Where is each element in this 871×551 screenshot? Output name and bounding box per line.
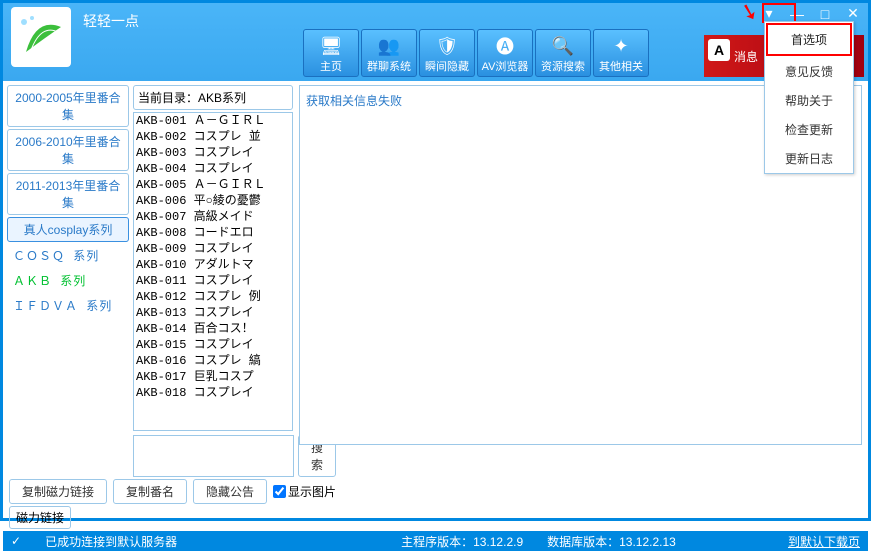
toolbar-hide-button[interactable]: 🛡瞬间隐藏 xyxy=(419,29,475,77)
app-window: 轻轻一点 🖥主页 👥群聊系统 🛡瞬间隐藏 🅐AV浏览器 🔍资源搜索 ✦其他相关 … xyxy=(0,0,871,521)
minimize-button[interactable]: — xyxy=(788,6,806,22)
shield-icon: 🛡 xyxy=(433,34,461,58)
list-item[interactable]: AKB-001 Ａ－ＧＩＲＬ xyxy=(134,113,292,129)
list-item[interactable]: AKB-018 コスプレイ xyxy=(134,385,292,401)
file-column: 当前目录：AKB系列 AKB-001 Ａ－ＧＩＲＬAKB-002 コスプレ 並A… xyxy=(133,81,293,477)
show-image-text: 显示图片 xyxy=(288,483,336,500)
menu-check-update[interactable]: 检查更新 xyxy=(765,115,853,144)
status-connection: 已成功连接到默认服务器 xyxy=(45,533,177,550)
menu-trigger-icon[interactable]: ▾ xyxy=(760,5,778,22)
magnet-row: 磁力链接 xyxy=(3,506,868,531)
toolbar-search-button[interactable]: 🔍资源搜索 xyxy=(535,29,591,77)
close-button[interactable]: ✕ xyxy=(844,5,862,22)
list-item[interactable]: AKB-005 Ａ－ＧＩＲＬ xyxy=(134,177,292,193)
app-title: 轻轻一点 xyxy=(83,11,139,31)
people-icon: 👥 xyxy=(375,34,403,58)
copy-name-button[interactable]: 复制番名 xyxy=(113,479,187,504)
subcategory-akb[interactable]: ＡＫＢ 系列 xyxy=(7,269,129,292)
toolbar-browser-label: AV浏览器 xyxy=(482,58,529,74)
show-image-checkbox-label[interactable]: 显示图片 xyxy=(273,483,336,500)
category-2011-2013[interactable]: 2011-2013年里番合集 xyxy=(7,173,129,215)
menu-help-about[interactable]: 帮助关于 xyxy=(765,86,853,115)
list-item[interactable]: AKB-015 コスプレイ xyxy=(134,337,292,353)
toolbar-other-button[interactable]: ✦其他相关 xyxy=(593,29,649,77)
toolbar-other-label: 其他相关 xyxy=(599,58,643,74)
list-item[interactable]: AKB-014 百合コス！ xyxy=(134,321,292,337)
status-bar: ✓ 已成功连接到默认服务器 主程序版本：13.12.2.9 数据库版本：13.1… xyxy=(3,531,868,551)
current-directory-label: 当前目录：AKB系列 xyxy=(133,85,293,110)
category-2006-2010[interactable]: 2006-2010年里番合集 xyxy=(7,129,129,171)
annotation-arrow: ➘ xyxy=(737,0,762,27)
magnet-link-label: 磁力链接 xyxy=(9,506,71,529)
status-check-icon: ✓ xyxy=(11,534,21,548)
subcategory-ifdva[interactable]: ＩＦＤＶＡ 系列 xyxy=(7,294,129,317)
status-goto-download[interactable]: 到默认下载页 xyxy=(788,533,860,550)
search-input[interactable] xyxy=(133,435,294,477)
file-list[interactable]: AKB-001 Ａ－ＧＩＲＬAKB-002 コスプレ 並AKB-003 コスプレ… xyxy=(133,112,293,431)
hide-notice-button[interactable]: 隐藏公告 xyxy=(193,479,267,504)
list-item[interactable]: AKB-007 高級メイド xyxy=(134,209,292,225)
list-item[interactable]: AKB-016 コスプレ 縞 xyxy=(134,353,292,369)
list-item[interactable]: AKB-009 コスプレイ xyxy=(134,241,292,257)
toolbar-group-button[interactable]: 👥群聊系统 xyxy=(361,29,417,77)
list-item[interactable]: AKB-008 コードエロ xyxy=(134,225,292,241)
list-item[interactable]: AKB-017 巨乳コスプ xyxy=(134,369,292,385)
menu-feedback[interactable]: 意见反馈 xyxy=(765,57,853,86)
status-db-version: 数据库版本：13.12.2.13 xyxy=(547,533,676,550)
browser-icon: 🅐 xyxy=(491,34,519,58)
main-toolbar: 🖥主页 👥群聊系统 🛡瞬间隐藏 🅐AV浏览器 🔍资源搜索 ✦其他相关 xyxy=(303,29,649,77)
category-cosplay[interactable]: 真人cosplay系列 xyxy=(7,217,129,242)
list-item[interactable]: AKB-004 コスプレイ xyxy=(134,161,292,177)
show-image-checkbox[interactable] xyxy=(273,485,286,498)
category-sidebar: 2000-2005年里番合集 2006-2010年里番合集 2011-2013年… xyxy=(3,81,133,477)
list-item[interactable]: AKB-003 コスプレイ xyxy=(134,145,292,161)
app-logo xyxy=(11,7,71,67)
status-main-version: 主程序版本：13.12.2.9 xyxy=(401,533,523,550)
list-item[interactable]: AKB-011 コスプレイ xyxy=(134,273,292,289)
category-2000-2005[interactable]: 2000-2005年里番合集 xyxy=(7,85,129,127)
dropdown-menu: 首选项 意见反馈 帮助关于 检查更新 更新日志 xyxy=(764,21,854,174)
ad-text: 消息 xyxy=(734,48,758,65)
list-item[interactable]: AKB-002 コスプレ 並 xyxy=(134,129,292,145)
list-item[interactable]: AKB-013 コスプレイ xyxy=(134,305,292,321)
subcategory-cosq[interactable]: ＣＯＳＱ 系列 xyxy=(7,244,129,267)
menu-changelog[interactable]: 更新日志 xyxy=(765,144,853,173)
window-controls: ▾ — □ ✕ xyxy=(760,5,862,22)
titlebar: 轻轻一点 🖥主页 👥群聊系统 🛡瞬间隐藏 🅐AV浏览器 🔍资源搜索 ✦其他相关 … xyxy=(3,3,868,81)
bottom-toolbar: 复制磁力链接 复制番名 隐藏公告 显示图片 xyxy=(3,477,868,506)
list-item[interactable]: AKB-012 コスプレ 例 xyxy=(134,289,292,305)
list-item[interactable]: AKB-006 平○綾の憂鬱 xyxy=(134,193,292,209)
toolbar-hide-label: 瞬间隐藏 xyxy=(425,58,469,74)
toolbar-home-label: 主页 xyxy=(320,58,342,74)
maximize-button[interactable]: □ xyxy=(816,6,834,22)
list-item[interactable]: AKB-010 アダルトマ xyxy=(134,257,292,273)
monitor-icon: 🖥 xyxy=(317,34,345,58)
toolbar-home-button[interactable]: 🖥主页 xyxy=(303,29,359,77)
search-icon: 🔍 xyxy=(549,34,577,58)
main-area: 2000-2005年里番合集 2006-2010年里番合集 2011-2013年… xyxy=(3,81,868,477)
copy-magnet-button[interactable]: 复制磁力链接 xyxy=(9,479,107,504)
menu-preferences[interactable]: 首选项 xyxy=(766,23,852,56)
puzzle-icon: ✦ xyxy=(607,34,635,58)
toolbar-group-label: 群聊系统 xyxy=(367,58,411,74)
toolbar-browser-button[interactable]: 🅐AV浏览器 xyxy=(477,29,533,77)
search-row: 搜索 xyxy=(133,435,293,477)
toolbar-search-label: 资源搜索 xyxy=(541,58,585,74)
